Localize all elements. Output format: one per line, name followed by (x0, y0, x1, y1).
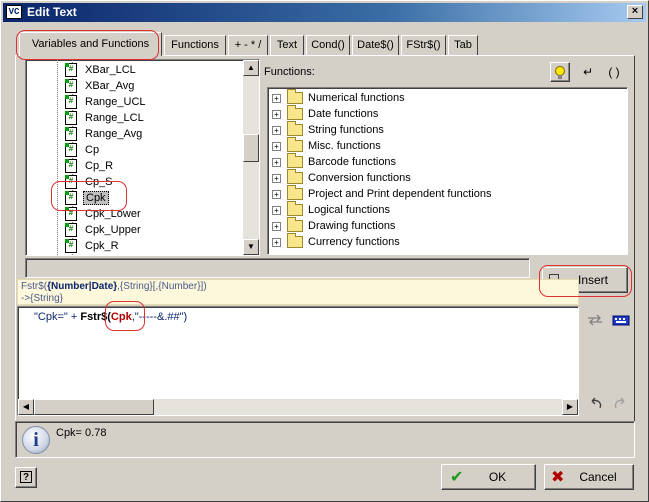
tab-cond[interactable]: Cond() (306, 35, 350, 55)
variable-icon: # (65, 191, 77, 205)
list-item[interactable]: # Cpk_Upper (26, 222, 246, 238)
folder-icon (287, 89, 303, 104)
help-button[interactable]: ? (15, 467, 37, 488)
scroll-left-icon[interactable]: ◀ (18, 399, 34, 415)
edit-text-dialog: VC Edit Text × Variables and Functions F… (0, 0, 649, 502)
expand-icon[interactable]: + (272, 174, 281, 183)
scroll-thumb[interactable] (243, 134, 259, 162)
swap-icon[interactable] (586, 313, 604, 327)
result-area: i Cpk= 0.78 (15, 421, 635, 458)
expand-icon[interactable]: + (272, 94, 281, 103)
expand-icon[interactable]: + (272, 190, 281, 199)
tab-date[interactable]: Date$() (352, 35, 399, 55)
list-item-selected[interactable]: # Cpk (26, 190, 246, 206)
tab-variables-and-functions[interactable]: Variables and Functions (19, 32, 162, 56)
help-icon: ? (20, 471, 32, 483)
list-item[interactable]: # Cp (26, 142, 246, 158)
scroll-thumb[interactable] (34, 399, 154, 415)
variable-icon: # (65, 111, 77, 125)
expand-icon[interactable]: + (272, 142, 281, 151)
expand-icon[interactable]: + (272, 238, 281, 247)
return-icon[interactable]: ↵ (578, 62, 598, 82)
title-bar[interactable]: VC Edit Text × (3, 3, 646, 22)
variables-list[interactable]: # XBar_LCL # XBar_Avg # Range_UCL # Rang… (25, 59, 260, 256)
syntax-hint: Fstr$({Number|Date},{String}[,{Number}])… (17, 279, 579, 305)
folder-icon (287, 217, 303, 232)
info-icon: i (22, 426, 50, 454)
functions-tree[interactable]: + Numerical functions + Date functions +… (267, 87, 628, 255)
lightbulb-icon[interactable] (550, 62, 570, 82)
variable-icon: # (65, 175, 77, 189)
expression-text: "Cpk=" + Fstr$(Cpk,"-----&.##") (34, 311, 188, 323)
folder-icon (287, 201, 303, 216)
tab-operators[interactable]: + - * / (228, 35, 268, 55)
scroll-right-icon[interactable]: ▶ (562, 399, 578, 415)
cancel-x-icon: ✖ (551, 469, 565, 486)
checkmark-icon: ✔ (450, 469, 464, 486)
tab-tab[interactable]: Tab (448, 35, 478, 55)
result-text: Cpk= 0.78 (56, 427, 107, 439)
list-item[interactable]: # Cp_R (26, 158, 246, 174)
list-item[interactable]: # Cp_S (26, 174, 246, 190)
list-item[interactable]: # XBar_LCL (26, 62, 246, 78)
folder-icon (287, 185, 303, 200)
folder-icon (287, 233, 303, 248)
expand-icon[interactable]: + (272, 222, 281, 231)
variable-icon: # (65, 127, 77, 141)
parentheses-icon[interactable]: ( ) (604, 62, 624, 82)
folder-icon (287, 137, 303, 152)
scroll-up-icon[interactable]: ▲ (243, 60, 259, 76)
expression-editor[interactable]: "Cpk=" + Fstr$(Cpk,"-----&.##") ◀ ▶ (17, 306, 579, 416)
expand-icon[interactable]: + (272, 126, 281, 135)
folder-icon (287, 105, 303, 120)
variable-icon: # (65, 207, 77, 221)
tab-functions[interactable]: Functions (164, 35, 226, 55)
functions-label: Functions: (264, 66, 315, 78)
list-item[interactable]: # Range_Avg (26, 126, 246, 142)
close-icon[interactable]: × (627, 5, 643, 19)
expand-icon[interactable]: + (272, 110, 281, 119)
list-item[interactable]: # Cpk_Lower (26, 206, 246, 222)
variable-icon: # (65, 159, 77, 173)
redo-icon[interactable] (612, 397, 628, 411)
description-area (25, 258, 530, 278)
list-item[interactable]: # Cpk_R (26, 238, 246, 254)
list-item[interactable]: # Range_UCL (26, 94, 246, 110)
folder-icon (287, 169, 303, 184)
expand-icon[interactable]: + (272, 158, 281, 167)
variable-icon: # (65, 79, 77, 93)
list-item[interactable]: # XBar_Avg (26, 78, 246, 94)
variable-icon: # (65, 63, 77, 77)
tab-text[interactable]: Text (270, 35, 304, 55)
list-item[interactable]: # Range_LCL (26, 110, 246, 126)
variable-icon: # (65, 95, 77, 109)
keyboard-icon[interactable] (612, 313, 630, 327)
app-icon: VC (6, 5, 22, 19)
variable-icon: # (65, 223, 77, 237)
folder-icon (287, 121, 303, 136)
variable-icon: # (65, 143, 77, 157)
undo-icon[interactable] (588, 397, 604, 411)
scroll-down-icon[interactable]: ▼ (243, 239, 259, 255)
ok-button[interactable]: ✔ OK (441, 464, 536, 490)
tab-fstr[interactable]: FStr$() (401, 35, 446, 55)
window-title: Edit Text (27, 5, 77, 19)
folder-icon (287, 153, 303, 168)
variable-icon: # (65, 239, 77, 253)
cancel-button[interactable]: ✖ Cancel (544, 464, 634, 490)
expand-icon[interactable]: + (272, 206, 281, 215)
